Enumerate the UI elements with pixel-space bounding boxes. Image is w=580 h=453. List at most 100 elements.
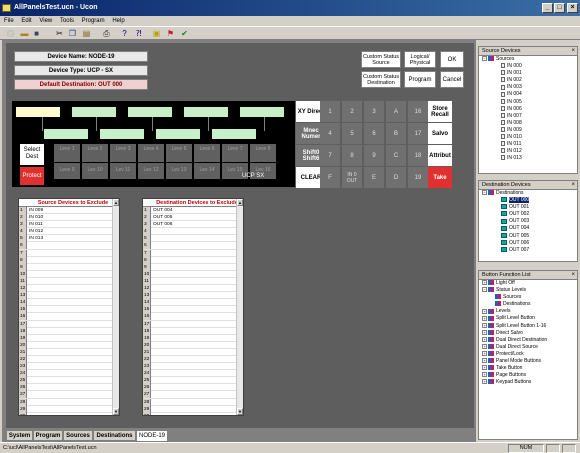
table-row[interactable]: 23 <box>143 363 243 371</box>
table-row[interactable]: 11 <box>143 277 243 286</box>
table-row[interactable]: 25 <box>19 377 119 385</box>
table-row[interactable]: 30 <box>143 412 243 415</box>
menu-help[interactable]: Help <box>112 18 124 24</box>
tree-item[interactable]: + Dual Direct Source <box>479 344 577 351</box>
table-row[interactable]: 18 <box>143 327 243 335</box>
table-row[interactable]: 25 <box>143 377 243 385</box>
level-button-14[interactable]: Lev 14 <box>194 163 220 179</box>
keypad-2[interactable]: 2 <box>342 101 362 122</box>
table-row[interactable]: 20 <box>143 341 243 349</box>
table-row[interactable]: 10 <box>19 270 119 278</box>
table-row[interactable]: 18 <box>19 327 119 335</box>
ok-button[interactable]: OK <box>440 51 464 68</box>
table-row[interactable]: 12 <box>19 285 119 293</box>
table-row[interactable]: 24 <box>19 370 119 378</box>
tree-item[interactable]: IN 004 <box>479 91 577 98</box>
tree-item[interactable]: + Protect/Lock <box>479 351 577 358</box>
table-row[interactable]: 4 IN 012 <box>19 228 119 236</box>
close-icon[interactable]: × <box>571 181 575 190</box>
keypad-7[interactable]: 7 <box>320 145 340 166</box>
tree-item[interactable]: + Panel Mode Buttons <box>479 358 577 365</box>
table-row[interactable]: 17 <box>19 320 119 328</box>
menu-file[interactable]: File <box>4 18 14 24</box>
level-button-6[interactable]: Leve 6 <box>194 144 220 162</box>
keypad-f[interactable]: F <box>320 167 340 188</box>
table-row[interactable]: 13 <box>19 292 119 300</box>
tree-item[interactable]: + Direct Salvo <box>479 330 577 337</box>
collapse-icon[interactable]: − <box>482 56 487 62</box>
keypad-a[interactable]: A <box>386 101 406 122</box>
tree-item[interactable]: + Split Level Button <box>479 315 577 322</box>
cancel-button[interactable]: Cancel <box>440 71 464 88</box>
tree-item[interactable]: IN 006 <box>479 106 577 113</box>
destination-exclude-list[interactable]: Destination Devices to Exclude 1 OUT 004 2… <box>142 198 244 416</box>
scroll-up-icon[interactable]: ▲ <box>113 199 119 206</box>
tree-root-destinations[interactable]: − Destinations <box>479 190 577 197</box>
menu-view[interactable]: View <box>39 18 52 24</box>
keypad-4[interactable]: 4 <box>320 123 340 144</box>
tree-item[interactable]: OUT 003 <box>479 218 577 225</box>
keypad-d[interactable]: D <box>386 167 406 188</box>
scroll-up-icon[interactable]: ▲ <box>237 199 243 206</box>
table-row[interactable]: 7 <box>19 249 119 257</box>
table-row[interactable]: 11 <box>19 277 119 286</box>
table-row[interactable]: 27 <box>19 391 119 399</box>
table-row[interactable]: 1 IN 009 <box>19 207 119 215</box>
keypad-6[interactable]: 6 <box>364 123 384 144</box>
level-display-7[interactable] <box>156 129 200 139</box>
table-row[interactable]: 9 <box>19 263 119 271</box>
tree-root-sources[interactable]: − Sources <box>479 56 577 63</box>
table-row[interactable]: 17 <box>143 320 243 328</box>
tree-item[interactable]: IN 005 <box>479 99 577 106</box>
keypad-1[interactable]: 1 <box>320 101 340 122</box>
salvo-button[interactable]: Salvo <box>428 123 452 144</box>
table-row[interactable]: 14 <box>143 299 243 307</box>
take-button[interactable]: Take <box>428 167 452 188</box>
tree-item[interactable]: + Dual Direct Destination <box>479 337 577 344</box>
table-row[interactable]: 9 <box>143 263 243 271</box>
table-row[interactable]: 2 OUT 005 <box>143 214 243 222</box>
tree-item[interactable]: IN 001 <box>479 70 577 77</box>
expand-icon[interactable]: + <box>482 372 487 378</box>
tree-item[interactable]: + Take Button <box>479 365 577 372</box>
copy-icon[interactable]: ❐ <box>68 29 77 38</box>
table-row[interactable]: 29 <box>19 405 119 413</box>
table-row[interactable]: 12 <box>143 285 243 293</box>
level-button-10[interactable]: Lev 10 <box>82 163 108 179</box>
keypad-c[interactable]: C <box>386 145 406 166</box>
tab-program[interactable]: Program <box>33 430 63 441</box>
protect-button[interactable]: Protect <box>20 167 44 185</box>
level-button-13[interactable]: Lev 13 <box>166 163 192 179</box>
table-row[interactable]: 28 <box>19 398 119 406</box>
table-row[interactable]: 28 <box>143 398 243 406</box>
keypad-in-out[interactable]: IN 0 OUT <box>342 167 362 188</box>
table-row[interactable]: 24 <box>143 370 243 378</box>
table-row[interactable]: 3 OUT 006 <box>143 221 243 229</box>
keypad-19[interactable]: 19 <box>408 167 428 188</box>
keypad-e[interactable]: E <box>364 167 384 188</box>
level-display-3[interactable] <box>184 107 228 117</box>
keypad-16[interactable]: 16 <box>408 101 428 122</box>
level-display-8[interactable] <box>212 129 256 139</box>
tree-item[interactable]: OUT 004 <box>479 225 577 232</box>
tree-item[interactable]: + Split Level Button 1-16 <box>479 323 577 330</box>
table-row[interactable]: 15 <box>143 306 243 314</box>
level-button-5[interactable]: Leve 5 <box>166 144 192 162</box>
level-display-6[interactable] <box>100 129 144 139</box>
note-icon[interactable]: ▣ <box>152 29 161 38</box>
table-row[interactable]: 13 <box>143 292 243 300</box>
expand-icon[interactable]: + <box>482 336 487 342</box>
table-row[interactable]: 22 <box>143 355 243 364</box>
table-row[interactable]: 19 <box>143 334 243 342</box>
tree-item[interactable]: IN 000 <box>479 63 577 70</box>
tab-system[interactable]: System <box>6 430 33 441</box>
expand-icon[interactable]: + <box>482 379 487 385</box>
level-button-11[interactable]: Lev 11 <box>110 163 136 179</box>
table-row[interactable]: 29 <box>143 405 243 413</box>
level-button-4[interactable]: Leve 4 <box>138 144 164 162</box>
paste-icon[interactable]: ▤ <box>82 29 91 38</box>
tree-item[interactable]: IN 003 <box>479 84 577 91</box>
table-row[interactable]: 4 <box>143 228 243 236</box>
table-row[interactable]: 26 <box>19 384 119 392</box>
table-row[interactable]: 22 <box>19 355 119 364</box>
